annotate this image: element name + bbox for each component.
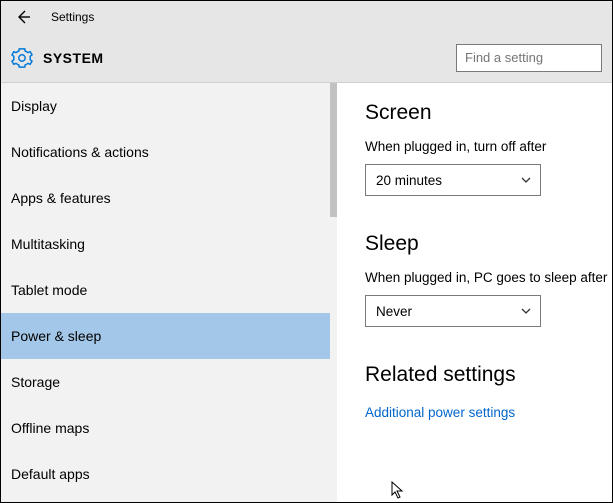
sleep-timeout-value: Never	[376, 304, 412, 319]
sidebar-item-offline-maps[interactable]: Offline maps	[1, 405, 330, 451]
sidebar-item-display[interactable]: Display	[1, 83, 330, 129]
gear-icon	[11, 47, 33, 69]
sidebar-item-label: Display	[11, 98, 57, 114]
search-container	[456, 44, 602, 72]
sidebar-item-power-sleep[interactable]: Power & sleep	[1, 313, 330, 359]
sleep-timeout-dropdown[interactable]: Never	[365, 295, 541, 327]
sidebar-item-storage[interactable]: Storage	[1, 359, 330, 405]
sidebar-scrollbar-thumb[interactable]	[330, 83, 337, 217]
sidebar-scrollbar[interactable]	[330, 83, 337, 502]
additional-power-settings-link[interactable]: Additional power settings	[365, 405, 515, 420]
page-header: SYSTEM	[1, 33, 612, 83]
titlebar: Settings	[1, 1, 612, 33]
back-arrow-icon	[15, 9, 31, 25]
sidebar-item-apps-features[interactable]: Apps & features	[1, 175, 330, 221]
back-button[interactable]	[9, 3, 37, 31]
screen-timeout-dropdown[interactable]: 20 minutes	[365, 164, 541, 196]
sidebar-item-label: Storage	[11, 374, 60, 390]
sidebar-item-label: Multitasking	[11, 236, 85, 252]
window-title: Settings	[51, 10, 94, 24]
sidebar-item-default-apps[interactable]: Default apps	[1, 451, 330, 497]
search-input[interactable]	[456, 44, 602, 72]
sidebar-item-label: Default apps	[11, 466, 90, 482]
sidebar-item-multitasking[interactable]: Multitasking	[1, 221, 330, 267]
sidebar-item-notifications-actions[interactable]: Notifications & actions	[1, 129, 330, 175]
sleep-plugged-label: When plugged in, PC goes to sleep after	[365, 270, 612, 285]
screen-section-title: Screen	[365, 101, 612, 125]
sleep-section-title: Sleep	[365, 232, 612, 256]
related-section-title: Related settings	[365, 363, 612, 387]
sidebar-item-label: Apps & features	[11, 190, 111, 206]
sidebar: Display Notifications & actions Apps & fea…	[1, 83, 337, 502]
chevron-down-icon	[520, 305, 532, 317]
main-panel: Screen When plugged in, turn off after 2…	[337, 83, 612, 502]
sidebar-item-label: Notifications & actions	[11, 144, 149, 160]
content-area: Display Notifications & actions Apps & fea…	[1, 83, 612, 502]
sidebar-item-label: Tablet mode	[11, 282, 87, 298]
page-title: SYSTEM	[43, 50, 104, 66]
sidebar-item-tablet-mode[interactable]: Tablet mode	[1, 267, 330, 313]
sidebar-item-label: Offline maps	[11, 420, 89, 436]
chevron-down-icon	[520, 174, 532, 186]
sidebar-item-label: Power & sleep	[11, 328, 101, 344]
screen-plugged-label: When plugged in, turn off after	[365, 139, 612, 154]
screen-timeout-value: 20 minutes	[376, 173, 442, 188]
